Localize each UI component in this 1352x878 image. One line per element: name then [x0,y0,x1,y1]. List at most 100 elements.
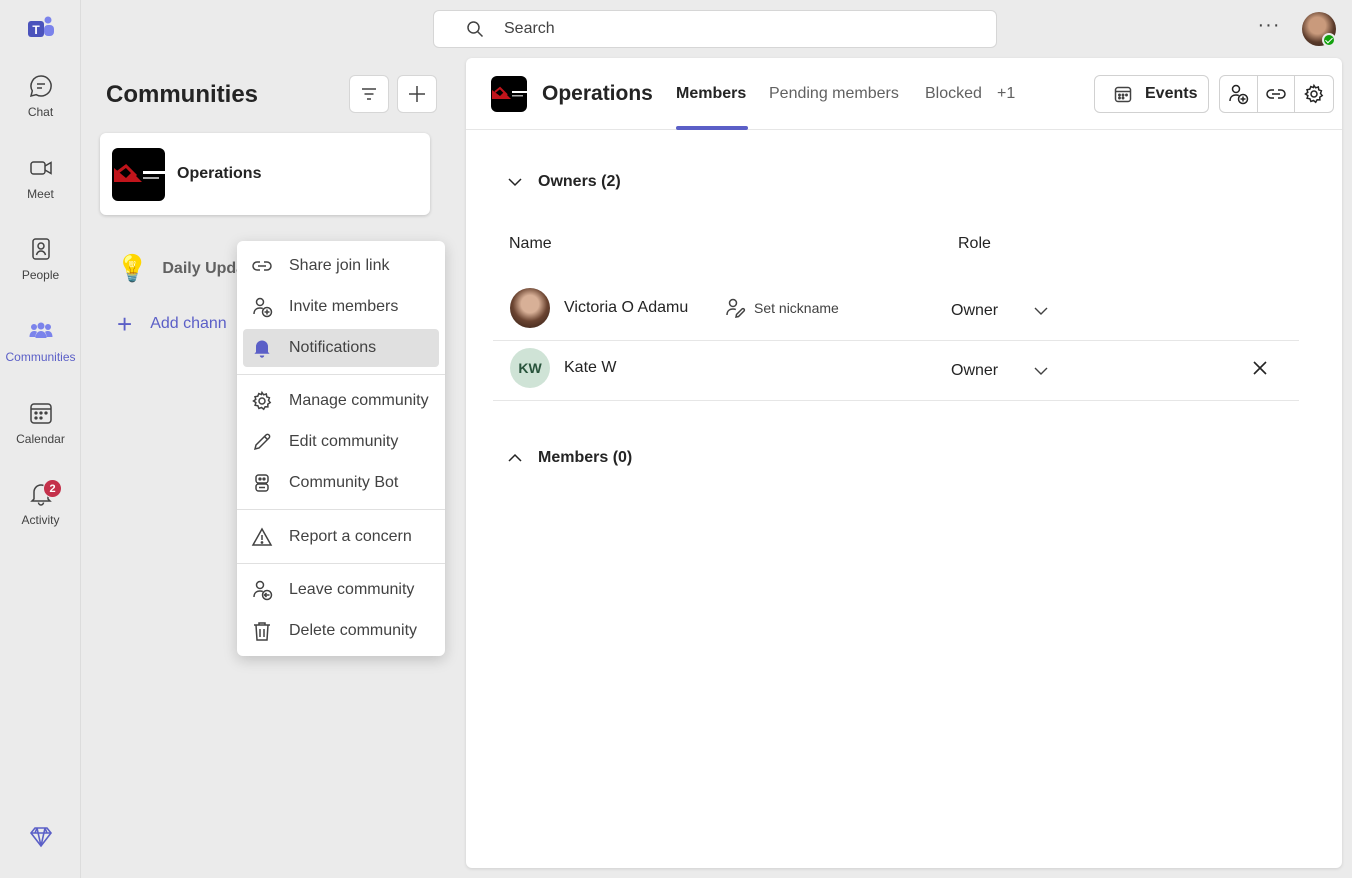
app-rail: T Chat Meet People Communities Calendar … [0,0,81,878]
teams-logo-icon[interactable]: T [26,14,56,44]
more-options-button[interactable]: ··· [1254,15,1284,40]
menu-community-bot[interactable]: Community Bot [243,464,439,502]
gear-icon [1304,83,1324,104]
events-button[interactable]: Events [1094,75,1209,113]
community-title: Operations [542,82,653,105]
link-icon [1266,89,1286,99]
community-logo [491,76,527,112]
table-row: Victoria O Adamu Set nickname Owner [493,281,1299,341]
settings-button[interactable] [1295,76,1333,112]
menu-share-join-link[interactable]: Share join link [243,247,439,285]
community-name: Operations [177,165,262,182]
menu-leave-community[interactable]: Leave community [243,571,439,609]
filter-icon [362,88,376,100]
role-dropdown[interactable]: Owner [951,362,998,380]
channel-name: Daily Upda [162,259,246,277]
set-nickname-label: Set nickname [754,300,839,316]
new-community-button[interactable] [397,75,437,113]
rail-calendar-label: Calendar [16,432,65,446]
people-icon [31,238,50,260]
presence-available-icon [1322,33,1336,47]
chat-icon [29,75,52,98]
tab-overflow[interactable]: +1 [997,85,1015,103]
members-section-toggle[interactable]: Members (0) [506,449,632,467]
tab-members[interactable]: Members [676,85,746,103]
community-context-menu: Share join link Invite members Notificat… [237,241,445,656]
chevron-down-icon[interactable] [1033,303,1049,319]
filter-button[interactable] [349,75,389,113]
owners-section-title: Owners (2) [538,173,621,190]
video-icon [29,161,52,175]
rail-people[interactable]: People [0,236,81,306]
menu-item-label: Report a concern [289,528,412,545]
plus-icon: + [117,309,133,339]
menu-invite-members[interactable]: Invite members [243,288,439,326]
avatar: KW [510,348,550,388]
menu-edit-community[interactable]: Edit community [243,423,439,461]
premium-diamond-icon[interactable] [28,824,54,850]
menu-item-label: Community Bot [289,474,399,491]
calendar-icon [29,403,52,424]
copy-link-button[interactable] [1258,76,1296,112]
member-name: Kate W [564,359,617,376]
close-icon[interactable] [1251,359,1269,377]
rail-chat[interactable]: Chat [0,73,81,143]
chevron-down-icon [508,178,522,187]
rail-meet-label: Meet [27,187,54,201]
add-channel-button[interactable]: + Add chann [117,309,227,339]
chevron-down-icon[interactable] [1033,363,1049,379]
menu-item-label: Leave community [289,581,415,598]
active-tab-indicator [676,126,748,130]
menu-divider [237,374,445,375]
community-main-pane: Operations Members Pending members Block… [466,58,1342,868]
channel-item[interactable]: 💡 Daily Upda [116,253,245,284]
person-edit-icon [726,298,746,318]
tab-blocked[interactable]: Blocked [925,85,982,103]
lightbulb-icon: 💡 [116,253,149,283]
rail-people-label: People [21,268,60,282]
gear-icon [252,390,272,411]
rail-calendar[interactable]: Calendar [0,400,81,470]
add-channel-label: Add chann [150,315,227,332]
role-dropdown[interactable]: Owner [951,302,998,320]
bot-icon [255,474,269,492]
menu-manage-community[interactable]: Manage community [243,382,439,420]
chevron-up-icon [508,453,522,462]
menu-notifications[interactable]: Notifications [243,329,439,367]
menu-item-label: Delete community [289,622,418,639]
avatar [510,288,550,328]
rail-communities-label: Communities [5,350,76,364]
rail-meet[interactable]: Meet [0,155,81,225]
person-add-icon [253,297,273,318]
menu-delete-community[interactable]: Delete community [243,612,439,650]
menu-item-label: Invite members [289,298,399,315]
table-row: KW Kate W Owner [493,341,1299,401]
tab-pending-members[interactable]: Pending members [769,85,899,103]
menu-divider [237,563,445,564]
menu-item-label: Share join link [289,257,390,274]
column-header-role: Role [958,235,991,252]
person-add-icon [1229,84,1249,105]
menu-report-concern[interactable]: Report a concern [243,518,439,556]
menu-item-label: Notifications [289,339,377,356]
search-icon [467,21,484,38]
community-logo [112,147,165,201]
main-header: Operations Members Pending members Block… [466,58,1342,130]
person-leave-icon [253,580,273,601]
owners-section-toggle[interactable]: Owners (2) [506,173,621,191]
menu-item-label: Manage community [289,392,429,409]
rail-communities[interactable]: Communities [0,318,81,388]
add-member-button[interactable] [1220,76,1258,112]
activity-badge: 2 [43,479,62,498]
bell-filled-icon [254,340,270,358]
community-card-operations[interactable]: Operations [100,133,430,215]
rail-activity[interactable]: 2 Activity [0,479,81,551]
members-section-title: Members (0) [538,449,633,466]
calendar-icon [1114,86,1132,103]
menu-divider [237,509,445,510]
search-input[interactable]: Search [433,10,997,48]
svg-text:T: T [32,23,40,37]
trash-icon [254,622,270,641]
set-nickname-button[interactable]: Set nickname [724,297,839,319]
member-name: Victoria O Adamu [564,299,689,316]
